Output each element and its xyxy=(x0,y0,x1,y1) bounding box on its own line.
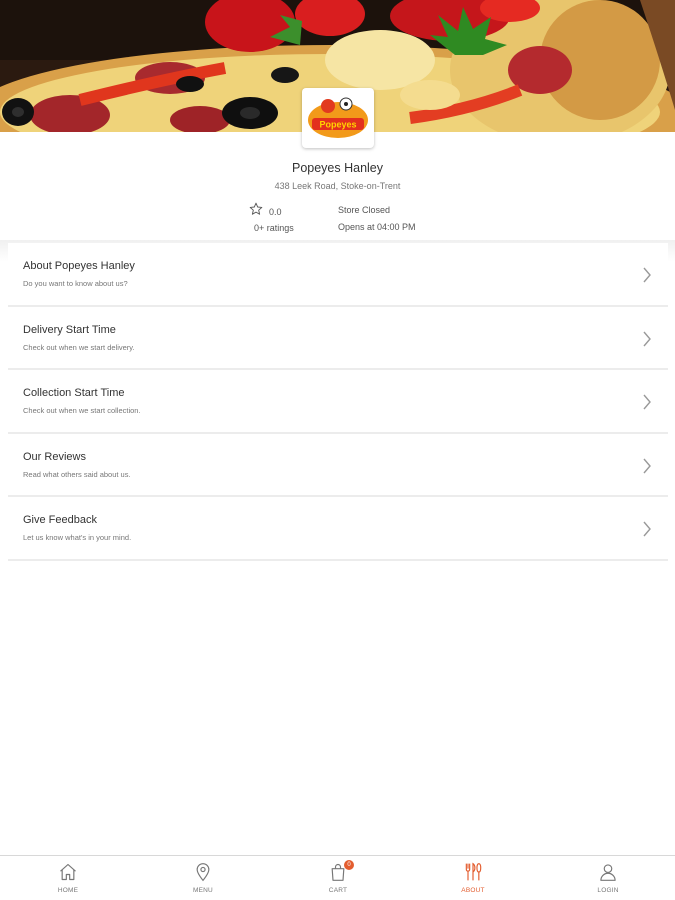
nav-label: ABOUT xyxy=(461,887,485,894)
chevron-right-icon xyxy=(643,394,651,410)
list-item-subtitle: Check out when we start delivery. xyxy=(23,342,135,352)
popeyes-logo-icon: Popeyes xyxy=(308,97,368,138)
about-menu-list: About Popeyes Hanley Do you want to know… xyxy=(8,243,668,561)
cutlery-icon xyxy=(465,862,482,881)
nav-label: CART xyxy=(328,887,348,894)
nav-item-menu[interactable]: MENU xyxy=(168,856,238,900)
store-status: Store Closed Opens at 04:00 PM xyxy=(338,205,458,232)
nav-item-about[interactable]: ABOUT xyxy=(438,856,508,900)
list-item-subtitle: Let us know what's in your mind. xyxy=(23,533,132,542)
list-item-title: Delivery Start Time xyxy=(23,323,116,336)
bottom-navigation: HOME MENU 0 CART ABOUT LOGIN xyxy=(0,855,675,900)
chevron-right-icon xyxy=(643,267,651,283)
rating-count: 0+ ratings xyxy=(254,223,294,233)
list-item-give-feedback[interactable]: Give Feedback Let us know what's in your… xyxy=(8,497,668,561)
rating-value: 0.0 xyxy=(269,207,282,217)
chevron-right-icon xyxy=(643,331,651,346)
home-icon xyxy=(60,863,76,881)
store-opening-time: Opens at 04:00 PM xyxy=(338,222,416,232)
nav-item-login[interactable]: LOGIN xyxy=(573,856,643,900)
user-icon xyxy=(600,864,616,881)
list-item-collection-start-time[interactable]: Collection Start Time Check out when we … xyxy=(8,370,668,434)
list-item-title: About Popeyes Hanley xyxy=(23,260,135,272)
list-item-about[interactable]: About Popeyes Hanley Do you want to know… xyxy=(8,243,668,307)
list-item-title: Collection Start Time xyxy=(23,387,125,399)
nav-item-home[interactable]: HOME xyxy=(33,856,103,900)
list-item-title: Give Feedback xyxy=(23,514,97,526)
list-item-subtitle: Do you want to know about us? xyxy=(23,279,128,288)
list-item-our-reviews[interactable]: Our Reviews Read what others said about … xyxy=(8,433,668,497)
star-icon xyxy=(249,202,263,215)
nav-label: MENU xyxy=(193,887,213,894)
store-address: 438 Leek Road, Stoke-on-Trent xyxy=(274,181,401,191)
rating-summary: 0.0 0+ ratings xyxy=(249,202,319,236)
location-pin-icon xyxy=(196,863,210,882)
list-item-subtitle: Read what others said about us. xyxy=(23,469,131,479)
nav-label: HOME xyxy=(57,887,79,894)
nav-label: LOGIN xyxy=(597,887,619,894)
cart-count-badge: 0 xyxy=(344,860,354,870)
list-item-title: Our Reviews xyxy=(23,450,86,463)
nav-item-cart[interactable]: 0 CART xyxy=(303,856,373,900)
store-name: Popeyes Hanley xyxy=(291,161,384,175)
chevron-right-icon xyxy=(643,521,651,537)
store-logo: Popeyes xyxy=(302,88,374,148)
list-item-subtitle: Check out when we start collection. xyxy=(23,406,141,415)
chevron-right-icon xyxy=(643,458,651,473)
list-item-delivery-start-time[interactable]: Delivery Start Time Check out when we st… xyxy=(8,306,668,370)
store-status-text: Store Closed xyxy=(338,205,391,215)
logo-wordmark: Popeyes xyxy=(319,120,356,130)
